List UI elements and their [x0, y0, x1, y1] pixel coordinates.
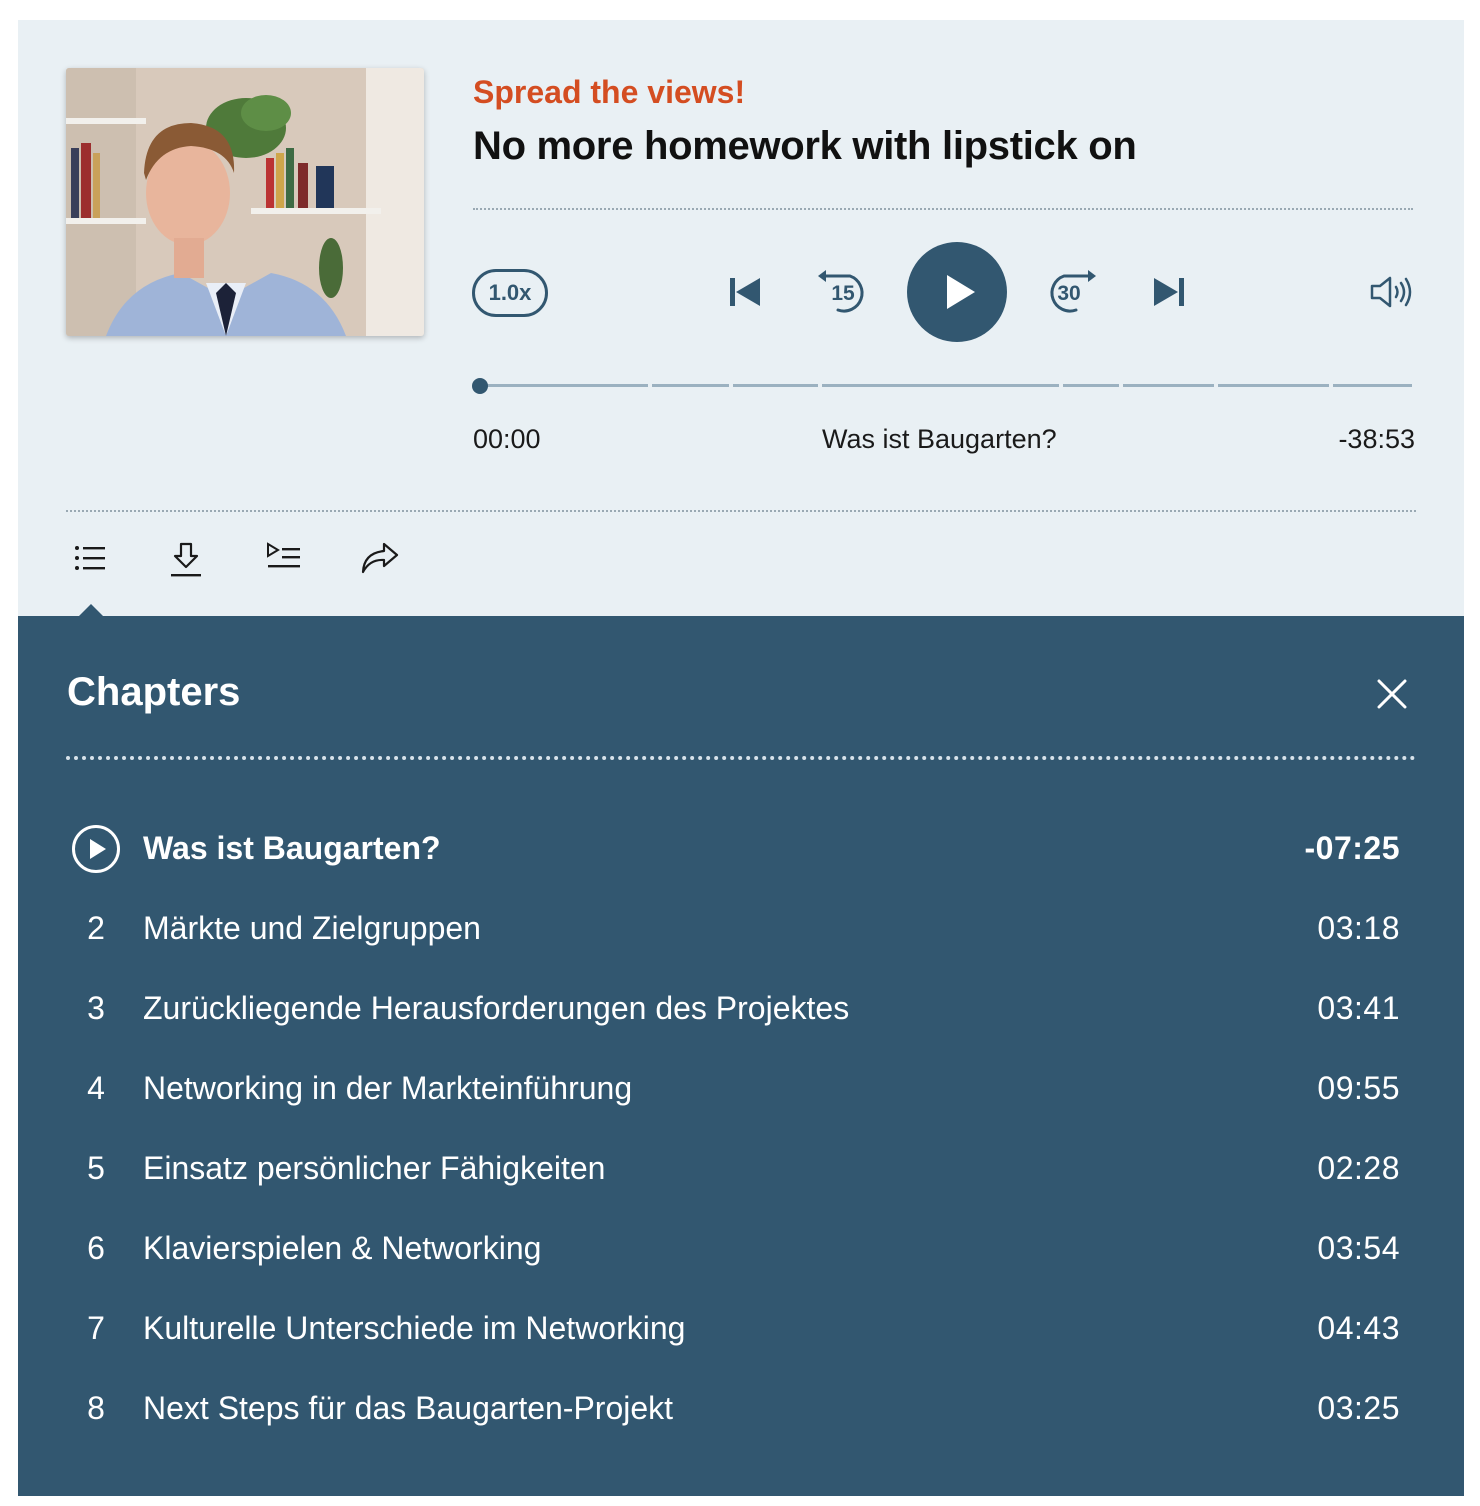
podcast-player: Spread the views! No more homework with …: [18, 20, 1464, 1496]
play-circle-icon[interactable]: [71, 824, 121, 879]
divider: [66, 510, 1416, 512]
chapter-number: 4: [87, 1070, 105, 1106]
chapter-segment[interactable]: [822, 384, 1059, 387]
chapter-title: Märkte und Zielgruppen: [143, 910, 481, 946]
chapter-segment[interactable]: [480, 384, 648, 387]
play-icon: [947, 275, 975, 309]
rewind-seconds-label: 15: [831, 282, 855, 305]
chapter-item[interactable]: 5 Einsatz persönlicher Fähigkeiten 02:28: [18, 1128, 1464, 1208]
playlist-icon[interactable]: [265, 540, 303, 581]
chapter-number: 8: [87, 1390, 105, 1426]
chapter-segment[interactable]: [1123, 384, 1214, 387]
chapter-segment[interactable]: [733, 384, 818, 387]
current-chapter-label: Was ist Baugarten?: [822, 424, 1057, 454]
chapter-duration: 02:28: [1317, 1150, 1400, 1186]
chapter-title: Klavierspielen & Networking: [143, 1230, 542, 1266]
chapter-title: Was ist Baugarten?: [143, 830, 441, 866]
chapters-panel: Chapters Was ist Baugarten? -07:25 2 Mär…: [18, 616, 1464, 1496]
rewind-15-icon[interactable]: 15: [814, 266, 874, 323]
elapsed-time: 00:00: [473, 424, 541, 454]
chapters-list-icon[interactable]: [72, 540, 108, 581]
chapter-duration: 03:18: [1317, 910, 1400, 946]
chapter-number: 3: [87, 990, 105, 1026]
chapter-title: Next Steps für das Baugarten-Projekt: [143, 1390, 674, 1426]
chapter-item[interactable]: Was ist Baugarten? -07:25: [18, 808, 1464, 888]
chapter-item[interactable]: 3 Zurückliegende Herausforderungen des P…: [18, 968, 1464, 1048]
chapter-item[interactable]: 7 Kulturelle Unterschiede im Networking …: [18, 1288, 1464, 1368]
chapter-segment[interactable]: [1063, 384, 1119, 387]
episode-title: No more homework with lipstick on: [473, 124, 1137, 168]
chapter-number: 5: [87, 1150, 105, 1186]
chapter-segment[interactable]: [652, 384, 729, 387]
chapter-item[interactable]: 6 Klavierspielen & Networking 03:54: [18, 1208, 1464, 1288]
chapter-item[interactable]: 8 Next Steps für das Baugarten-Projekt 0…: [18, 1368, 1464, 1448]
chapter-title: Kulturelle Unterschiede im Networking: [143, 1310, 686, 1346]
close-icon[interactable]: [1376, 678, 1408, 715]
play-button[interactable]: [907, 242, 1007, 342]
chapter-duration: 04:43: [1317, 1310, 1400, 1346]
playback-speed-button[interactable]: 1.0x: [472, 269, 548, 317]
chapter-item[interactable]: 4 Networking in der Markteinführung 09:5…: [18, 1048, 1464, 1128]
remaining-time: -38:53: [1338, 424, 1415, 454]
chapter-segment[interactable]: [1333, 384, 1412, 387]
chapter-number: 7: [87, 1310, 105, 1346]
divider: [66, 756, 1416, 760]
chapter-number: 6: [87, 1230, 105, 1266]
episode-cover-image: [66, 68, 424, 336]
chapter-duration: 03:25: [1317, 1390, 1400, 1426]
podcast-subtitle: Spread the views!: [473, 74, 746, 110]
forward-seconds-label: 30: [1057, 282, 1081, 305]
forward-30-icon[interactable]: 30: [1040, 266, 1100, 323]
chapter-item[interactable]: 2 Märkte und Zielgruppen 03:18: [18, 888, 1464, 968]
skip-back-icon[interactable]: [728, 276, 764, 313]
chapter-title: Networking in der Markteinführung: [143, 1070, 633, 1106]
skip-forward-icon[interactable]: [1150, 276, 1186, 313]
volume-icon[interactable]: [1368, 274, 1416, 315]
chapter-duration: 03:41: [1317, 990, 1400, 1026]
chapter-duration: 09:55: [1317, 1070, 1400, 1106]
progress-handle[interactable]: [472, 378, 488, 394]
chapter-duration: -07:25: [1304, 830, 1400, 866]
chapter-duration: 03:54: [1317, 1230, 1400, 1266]
chapter-number: 2: [87, 910, 105, 946]
chapter-title: Einsatz persönlicher Fähigkeiten: [143, 1150, 606, 1186]
chapters-panel-title: Chapters: [67, 670, 241, 714]
chapter-segment[interactable]: [1218, 384, 1329, 387]
chapter-title: Zurückliegende Herausforderungen des Pro…: [143, 990, 850, 1026]
divider: [473, 208, 1413, 210]
share-icon[interactable]: [360, 540, 400, 581]
download-icon[interactable]: [168, 540, 204, 585]
